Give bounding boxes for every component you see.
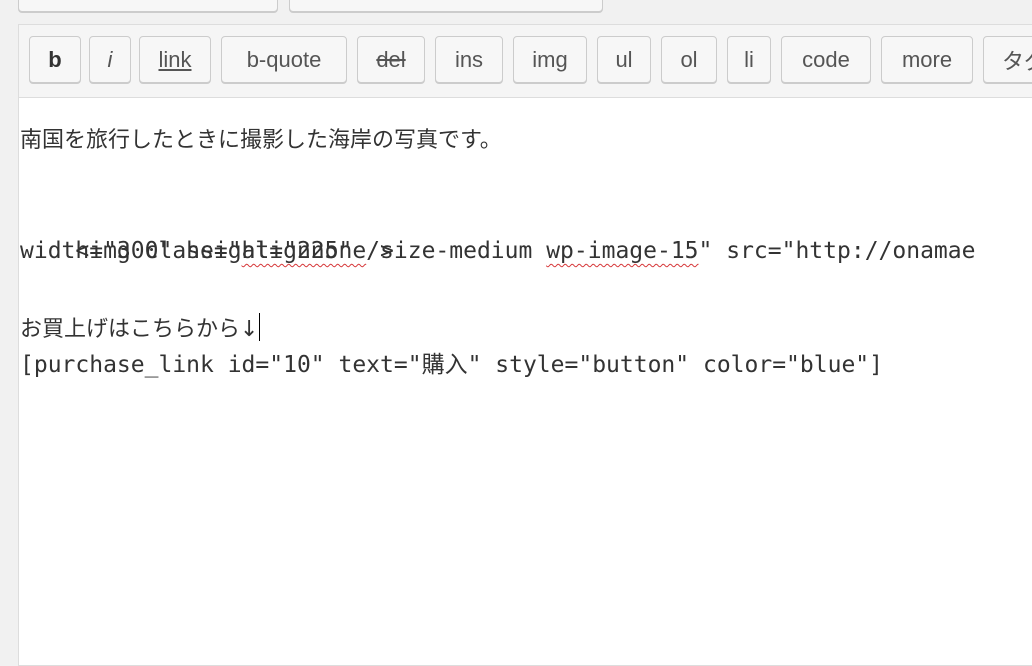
text-line-purchase-note: お買上げはこちらから↓ <box>20 308 261 346</box>
quicktags-toolbar: b i link b-quote del ins img ul ol li co… <box>19 25 1032 98</box>
img-button[interactable]: img <box>513 36 587 83</box>
more-button[interactable]: more <box>881 36 973 83</box>
img-tag-src: " src="http://onamae <box>698 238 976 264</box>
del-button[interactable]: del <box>357 36 425 83</box>
top-field-left[interactable] <box>18 0 278 12</box>
text-line-intro: 南国を旅行したときに撮影した海岸の写真です。 <box>20 128 502 153</box>
bold-button[interactable]: b <box>29 36 81 83</box>
ins-button[interactable]: ins <box>435 36 503 83</box>
top-strip <box>0 0 1032 24</box>
ol-button[interactable]: ol <box>661 36 717 83</box>
code-button[interactable]: code <box>781 36 871 83</box>
link-button[interactable]: link <box>139 36 211 83</box>
li-button[interactable]: li <box>727 36 771 83</box>
close-tags-button[interactable]: タグ <box>983 36 1032 83</box>
text-caret <box>259 313 261 341</box>
ul-button[interactable]: ul <box>597 36 651 83</box>
top-field-right[interactable] <box>289 0 603 12</box>
text-line-shortcode: [purchase_link id="10" text="購入" style="… <box>20 352 883 378</box>
spellcheck-word-wp-image: wp-image-15 <box>546 238 699 264</box>
text-line-img-tag: <img class="alignnone size-medium wp-ima… <box>20 194 975 264</box>
blockquote-button[interactable]: b-quote <box>221 36 347 83</box>
italic-button[interactable]: i <box>89 36 131 83</box>
text-line-img-size: width="300" height="225" /> <box>20 238 394 264</box>
purchase-note-text: お買上げはこちらから↓ <box>20 317 259 342</box>
